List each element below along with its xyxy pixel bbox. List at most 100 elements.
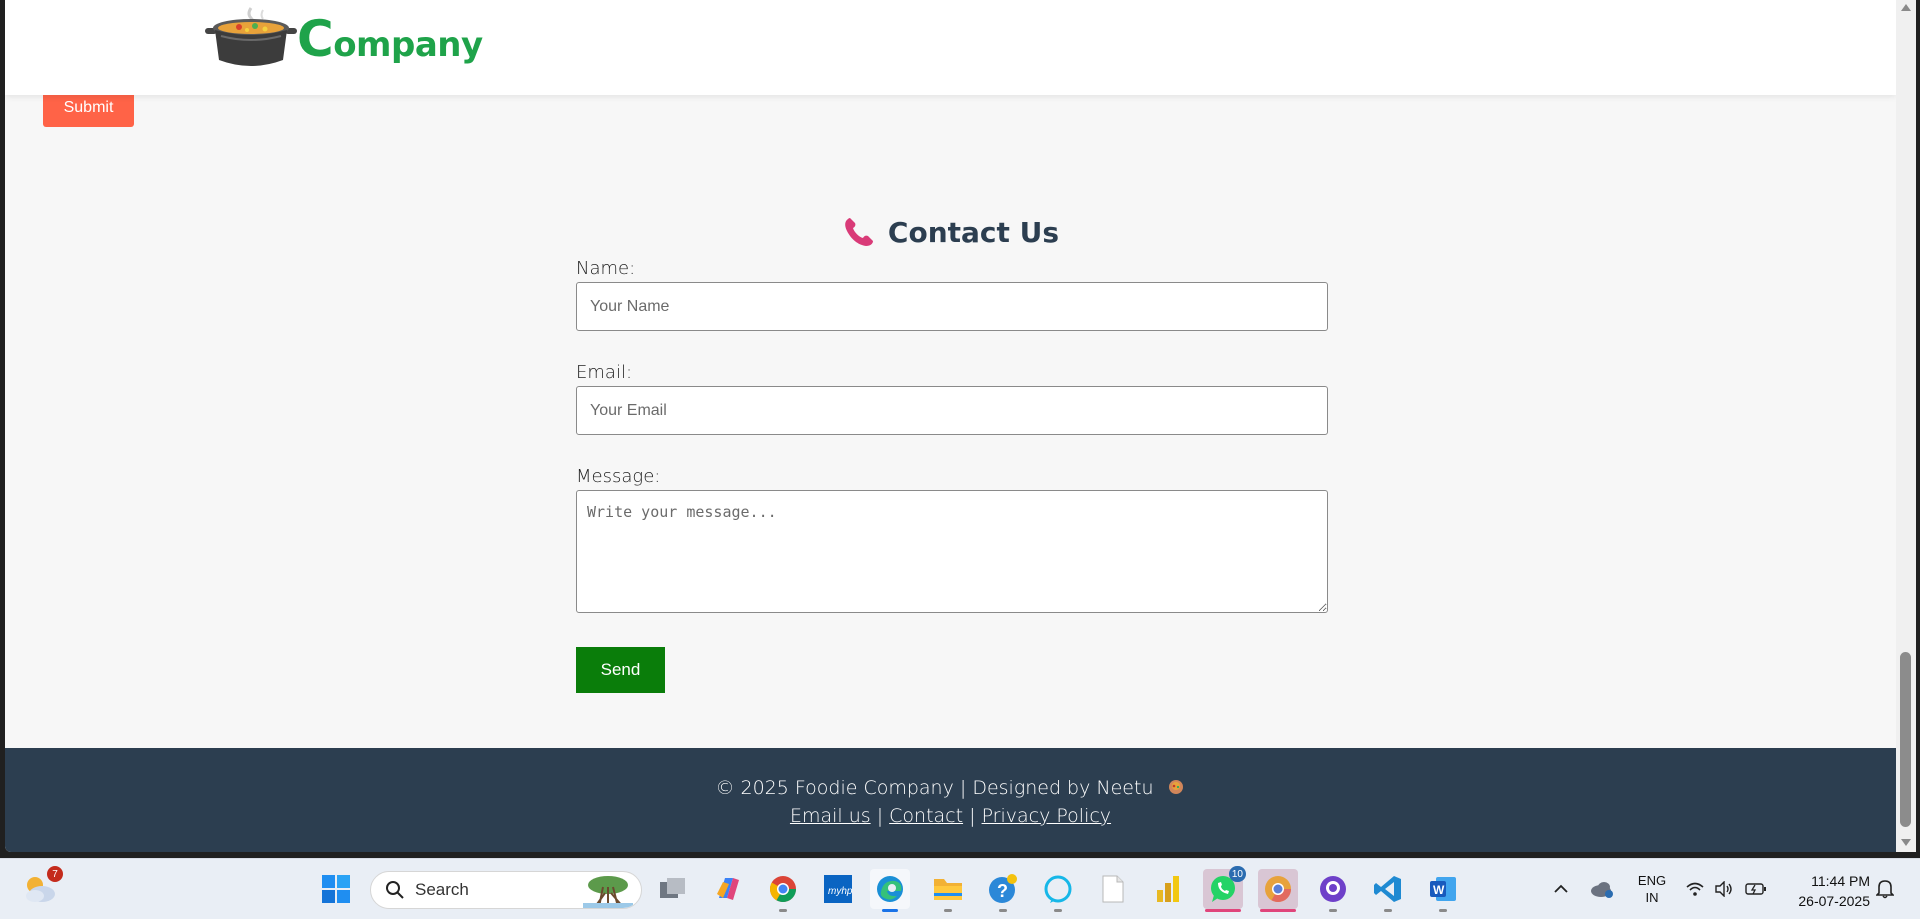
- notepad-button[interactable]: [1093, 869, 1133, 909]
- power-bi-button[interactable]: [1148, 869, 1188, 909]
- scroll-down-arrow-icon[interactable]: [1901, 839, 1911, 846]
- whatsapp-badge: 10: [1228, 866, 1246, 882]
- wifi-icon: [1686, 882, 1704, 896]
- contact-heading: Contact Us: [5, 215, 1896, 249]
- start-button[interactable]: [316, 869, 356, 909]
- notification-bell-icon: [1876, 880, 1894, 899]
- svg-text:?: ?: [997, 881, 1008, 901]
- footer-link-email[interactable]: Email us: [790, 805, 871, 827]
- scroll-up-arrow-icon[interactable]: [1901, 4, 1911, 11]
- attention-indicator: [1260, 909, 1296, 912]
- running-indicator: [1384, 909, 1392, 912]
- footer-link-privacy[interactable]: Privacy Policy: [982, 805, 1111, 827]
- word-button[interactable]: W: [1423, 869, 1463, 912]
- message-field[interactable]: [576, 490, 1328, 613]
- chevron-up-icon: [1554, 884, 1568, 893]
- task-view-button[interactable]: [653, 869, 693, 909]
- svg-text:W: W: [1433, 883, 1445, 897]
- edge-button[interactable]: [870, 869, 910, 912]
- name-field[interactable]: [576, 282, 1328, 331]
- search-icon: [386, 881, 404, 899]
- running-indicator: [779, 909, 787, 912]
- taskbar-search[interactable]: Search: [370, 871, 642, 909]
- running-indicator: [999, 909, 1007, 912]
- svg-text:myhp: myhp: [828, 886, 853, 897]
- myhp-button[interactable]: myhp: [818, 869, 858, 909]
- page-viewport: Company Submit Contact Us Name: Email: M…: [5, 0, 1896, 852]
- active-indicator: [882, 909, 898, 912]
- notepad-icon: [1102, 875, 1124, 903]
- scrollbar-thumb[interactable]: [1900, 652, 1911, 827]
- notifications-button[interactable]: [1872, 869, 1898, 909]
- region-code: IN: [1645, 890, 1659, 905]
- site-logo[interactable]: Company: [203, 6, 483, 72]
- volume-button[interactable]: [1712, 869, 1736, 909]
- get-help-icon: ?: [989, 874, 1017, 903]
- onedrive-cloud-icon: [1591, 882, 1613, 898]
- file-explorer-icon: [934, 879, 962, 900]
- attention-indicator: [1205, 909, 1241, 912]
- github-icon: [1320, 876, 1346, 902]
- footer-separator: |: [876, 805, 884, 827]
- footer-link-contact[interactable]: Contact: [889, 805, 963, 827]
- weather-widget[interactable]: 7: [20, 866, 63, 909]
- contact-form: Name: Email: Message: Send: [576, 258, 1328, 693]
- alexa-button[interactable]: [1038, 869, 1078, 912]
- cooking-emoji-icon: [1168, 780, 1183, 794]
- chrome-profile-button[interactable]: [1258, 869, 1298, 912]
- running-indicator: [1054, 909, 1062, 912]
- windows-taskbar: 7 Search myhp ? 10 W ENG IN 11:44 PM 26-…: [0, 858, 1920, 919]
- wifi-button[interactable]: [1683, 869, 1707, 909]
- logo-text: Company: [297, 10, 483, 68]
- word-icon: W: [1430, 877, 1456, 901]
- search-placeholder: Search: [415, 880, 469, 899]
- task-view-icon: [660, 878, 685, 898]
- vscode-button[interactable]: [1368, 869, 1408, 912]
- taskbar-clock[interactable]: 11:44 PM 26-07-2025: [1780, 871, 1870, 911]
- email-label: Email:: [576, 362, 633, 383]
- footer-copyright: © 2025 Foodie Company | Designed by Neet…: [715, 777, 1154, 799]
- chrome-button[interactable]: [763, 869, 803, 912]
- footer-links: Email us | Contact | Privacy Policy: [5, 802, 1896, 830]
- windows-start-icon: [322, 875, 350, 903]
- vscode-icon: [1374, 876, 1401, 902]
- name-label: Name:: [576, 258, 636, 279]
- get-help-button[interactable]: ?: [983, 869, 1023, 912]
- myhp-icon: myhp: [824, 875, 853, 903]
- telephone-receiver-icon: [845, 218, 873, 246]
- vertical-scrollbar[interactable]: [1896, 0, 1916, 852]
- show-hidden-icons-button[interactable]: [1541, 869, 1581, 909]
- language-indicator[interactable]: ENG IN: [1627, 872, 1677, 906]
- running-indicator: [1329, 909, 1337, 912]
- copilot-button[interactable]: [708, 869, 748, 909]
- file-explorer-button[interactable]: [928, 869, 968, 912]
- alexa-icon: [1044, 875, 1072, 903]
- battery-button[interactable]: [1744, 869, 1768, 909]
- onedrive-button[interactable]: [1582, 869, 1622, 909]
- chrome-icon: [770, 876, 797, 903]
- chrome-profile-icon: [1265, 876, 1292, 903]
- email-field[interactable]: [576, 386, 1328, 435]
- cooking-pot-icon: [205, 7, 297, 66]
- footer-copyright-line: © 2025 Foodie Company | Designed by Neet…: [5, 774, 1896, 802]
- speaker-icon: [1715, 881, 1732, 897]
- contact-title: Contact Us: [887, 215, 1060, 249]
- language-code: ENG: [1637, 873, 1667, 888]
- running-indicator: [944, 909, 952, 912]
- site-footer: © 2025 Foodie Company | Designed by Neet…: [5, 748, 1896, 852]
- weather-badge: 7: [47, 866, 63, 882]
- github-button[interactable]: [1313, 869, 1353, 912]
- running-indicator: [1439, 909, 1447, 912]
- power-bi-icon: [1157, 876, 1179, 902]
- message-label: Message:: [576, 466, 661, 487]
- copilot-icon: [717, 878, 739, 900]
- mangrove-tree-icon: [583, 876, 633, 908]
- site-header: Company: [5, 0, 1896, 95]
- send-button[interactable]: Send: [576, 647, 665, 693]
- whatsapp-button[interactable]: 10: [1203, 866, 1246, 912]
- browser-page: Company Submit Contact Us Name: Email: M…: [0, 0, 1920, 858]
- footer-separator: |: [969, 805, 976, 827]
- clock-date: 26-07-2025: [1798, 893, 1870, 909]
- edge-icon: [877, 876, 903, 902]
- clock-time: 11:44 PM: [1811, 873, 1870, 889]
